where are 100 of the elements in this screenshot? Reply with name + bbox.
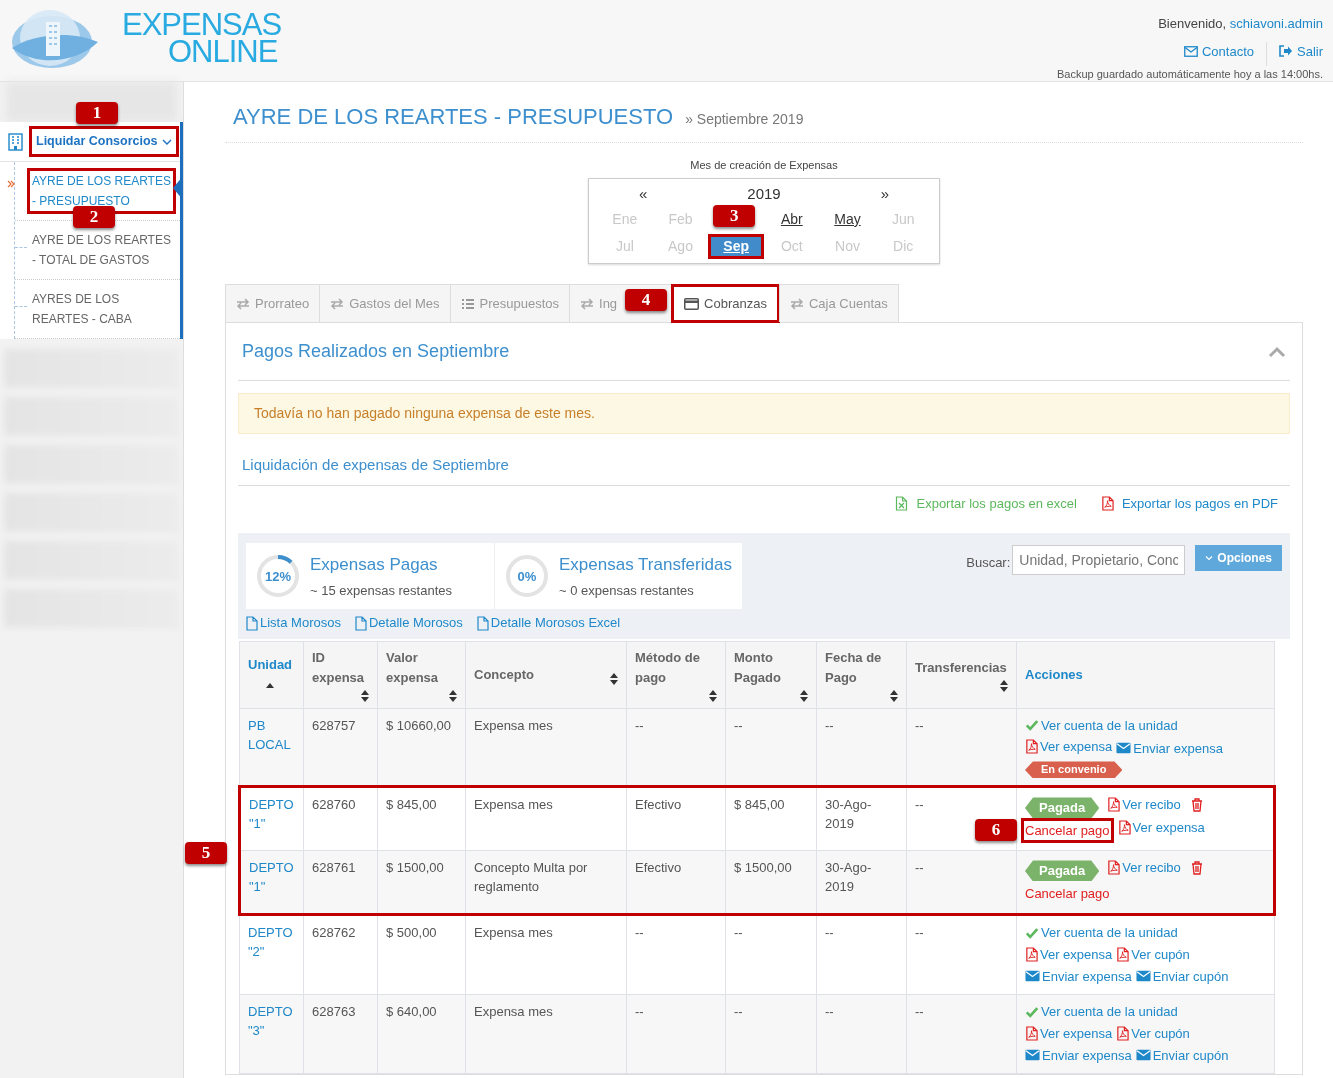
column-header[interactable]: Concepto [474, 664, 534, 685]
table-cell: 628762 [312, 925, 356, 941]
month-cell[interactable]: May [819, 206, 876, 232]
table-cell: -- [915, 860, 924, 876]
table-cell: Concepto Multa por reglamento [474, 860, 588, 895]
pdf-file-icon [1100, 496, 1114, 512]
stat-title: Expensas Transferidas [559, 553, 732, 576]
month-cell[interactable]: Sep [708, 233, 764, 259]
table-cell: -- [915, 797, 924, 813]
unit-link[interactable]: PB LOCAL [248, 715, 295, 754]
logout-link[interactable]: Salir [1279, 41, 1323, 61]
account-link[interactable]: Ver cuenta de la unidad [1025, 715, 1178, 735]
pdf-link[interactable]: Ver expensa [1117, 818, 1205, 838]
sidebar-item[interactable]: AYRES DE LOS REARTES - CABA [27, 286, 176, 332]
options-button[interactable]: Opciones [1195, 545, 1282, 572]
sidebar-section[interactable]: Liquidar Consorcios [29, 126, 179, 157]
spreadsheet-file-icon [895, 496, 909, 512]
table-cell: -- [825, 717, 834, 733]
table-cell: -- [734, 1004, 743, 1020]
pdf-link[interactable]: Ver cupón [1116, 944, 1190, 964]
table-cell: Efectivo [635, 860, 682, 876]
tab[interactable]: Caja Cuentas [779, 283, 899, 323]
sort-icon [1000, 679, 1008, 692]
tab[interactable]: Gastos del Mes [319, 283, 451, 323]
column-header[interactable]: Unidad [248, 656, 293, 672]
unit-link[interactable]: DEPTO "3" [248, 1002, 295, 1041]
table-cell: -- [915, 717, 924, 733]
progress-ring [256, 554, 300, 599]
pdf-link[interactable]: Ver recibo [1107, 858, 1181, 878]
unit-link[interactable]: DEPTO "2" [248, 923, 295, 962]
sidebar-item[interactable]: AYRE DE LOS REARTES - TOTAL DE GASTOS [27, 227, 176, 273]
pdf-link[interactable]: Ver recibo [1107, 795, 1181, 815]
table-cell: 628757 [312, 717, 356, 733]
chevron-down-icon [1205, 555, 1214, 562]
export-pdf-link[interactable]: Exportar los pagos en PDF [1100, 493, 1278, 514]
pdf-link[interactable]: Ver expensa [1025, 944, 1113, 964]
paid-status-label: Pagada [1025, 860, 1100, 882]
month-cell[interactable]: Abr [764, 206, 820, 232]
table-cell: Expensa mes [474, 925, 553, 941]
step-number: 6 [975, 819, 1017, 842]
pdf-file-icon [1116, 1025, 1130, 1041]
cancel-payment-link[interactable]: Cancelar pago [1021, 881, 1114, 907]
contact-link[interactable]: Contacto [1183, 42, 1254, 62]
envelope-icon [1116, 742, 1132, 755]
table-cell: -- [825, 925, 834, 941]
tab[interactable]: Presupuestos [449, 283, 571, 323]
report-link[interactable]: Lista Morosos [246, 613, 341, 633]
year-label: 2019 [747, 183, 781, 204]
table-cell: $ 1500,00 [386, 860, 444, 876]
table-cell: 628761 [312, 860, 356, 876]
welcome-text: Bienvenido, [1158, 16, 1227, 31]
previous-year-button[interactable]: « [639, 182, 648, 206]
table-cell: -- [734, 925, 743, 941]
backup-note: Backup guardado automáticamente hoy a las 14:00hs. [1057, 66, 1323, 82]
cancel-payment-link[interactable]: Cancelar pago [1021, 818, 1114, 844]
next-year-button[interactable]: » [880, 182, 889, 206]
delete-icon[interactable] [1190, 798, 1203, 813]
sort-ascending-icon [266, 682, 275, 689]
card-icon [684, 297, 700, 310]
sort-icon [610, 672, 618, 685]
send-email-link[interactable]: Enviar cupón [1135, 1045, 1229, 1065]
report-link[interactable]: Detalle Morosos Excel [476, 613, 621, 633]
delete-icon[interactable] [1190, 861, 1203, 876]
send-email-link[interactable]: Enviar expensa [1025, 966, 1132, 986]
account-link[interactable]: Ver cuenta de la unidad [1025, 1002, 1178, 1022]
send-email-link[interactable]: Enviar expensa [1116, 738, 1223, 758]
table-cell: -- [734, 717, 743, 733]
table-cell: Expensa mes [474, 1004, 553, 1020]
report-link[interactable]: Detalle Morosos [354, 613, 463, 633]
table-cell: 30-Ago-2019 [825, 797, 872, 832]
table-cell: Expensa mes [474, 797, 553, 813]
export-excel-link[interactable]: Exportar los pagos en excel [895, 493, 1077, 514]
paid-status-label: Pagada [1025, 797, 1100, 819]
breadcrumb: » Septiembre 2019 [685, 110, 804, 129]
column-header: Acciones [1025, 665, 1083, 684]
file-icon [354, 615, 367, 631]
table-cell: -- [915, 1004, 924, 1020]
logo-text: EXPENSAS ONLINE [122, 12, 282, 71]
user-link[interactable]: schiavoni.admin [1229, 16, 1323, 31]
table-cell: $ 1500,00 [734, 860, 792, 876]
pdf-file-icon [1025, 1025, 1038, 1041]
send-email-link[interactable]: Enviar expensa [1025, 1045, 1132, 1065]
send-email-link[interactable]: Enviar cupón [1135, 966, 1229, 986]
table-cell: -- [915, 925, 924, 941]
step-number: 3 [713, 204, 756, 227]
stat-subtitle: ~ 15 expensas restantes [310, 582, 452, 601]
step-number: 4 [625, 288, 668, 311]
table-cell: -- [635, 925, 644, 941]
account-link[interactable]: Ver cuenta de la unidad [1025, 923, 1178, 943]
search-label: Buscar: [966, 554, 1011, 573]
progress-ring [505, 554, 549, 599]
file-icon [246, 615, 258, 631]
tab[interactable]: Cobranzas [671, 283, 780, 324]
pdf-link[interactable]: Ver expensa [1025, 1023, 1113, 1043]
envelope-icon [1025, 970, 1040, 983]
check-icon [1025, 718, 1039, 733]
pdf-link[interactable]: Ver expensa [1025, 737, 1113, 757]
section-title: Liquidación de expensas de Septiembre [238, 454, 1290, 486]
pdf-link[interactable]: Ver cupón [1116, 1023, 1190, 1043]
tab[interactable]: Prorrateo [225, 283, 321, 323]
